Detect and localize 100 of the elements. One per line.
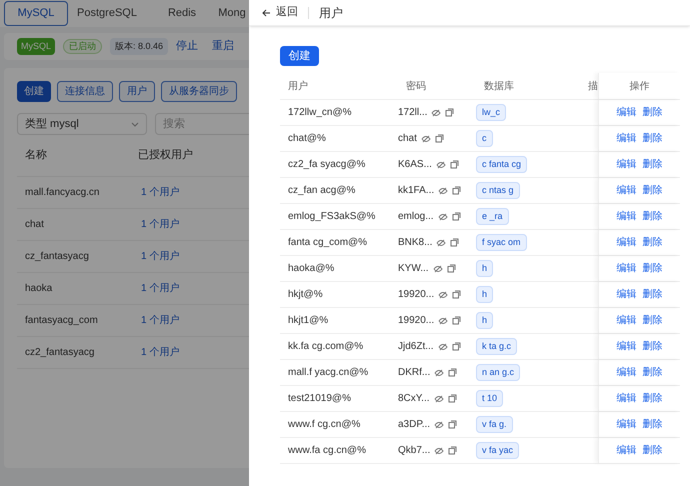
password-cell-text: 19920... [398, 314, 434, 328]
eye-slash-icon[interactable] [438, 290, 448, 298]
back-button[interactable]: 返回 [262, 4, 298, 21]
table-cell: hkjt1@% [288, 315, 328, 326]
database-tag: e _ra [476, 208, 509, 226]
copy-icon[interactable] [452, 342, 461, 351]
create-button[interactable]: 创建 [280, 46, 319, 66]
eye-slash-icon[interactable] [431, 108, 442, 116]
password-cell-text: 8CxY... [398, 392, 430, 406]
password-cell-text: 19920... [398, 288, 434, 302]
table-cell-text: cz_fantasyacg [25, 250, 90, 264]
drawer-title: 用户 [319, 4, 343, 22]
eye-slash-icon[interactable] [432, 264, 443, 272]
action-link[interactable]: 编辑 [616, 183, 636, 198]
toolbar-button[interactable]: 连接信息 [57, 81, 113, 102]
action-link[interactable]: 编辑 [616, 235, 636, 250]
action-link[interactable]: 编辑 [616, 365, 636, 380]
action-link[interactable]: 编辑 [616, 339, 636, 354]
action-link[interactable]: 编辑 [616, 157, 636, 172]
action-link[interactable]: 编辑 [616, 105, 636, 120]
eye-slash-icon[interactable] [436, 160, 446, 168]
copy-icon[interactable] [450, 238, 460, 247]
action-link[interactable]: 编辑 [616, 287, 636, 302]
action-link[interactable]: 删除 [642, 287, 662, 302]
database-tag: f syac om [476, 234, 527, 252]
action-link[interactable]: 删除 [642, 157, 662, 172]
action-link[interactable]: 编辑 [616, 261, 636, 276]
users-link[interactable]: 1 个用户 [141, 281, 180, 296]
action-link[interactable]: 删除 [642, 339, 662, 354]
action-link[interactable]: 删除 [642, 391, 662, 406]
tab[interactable]: Redis [162, 0, 202, 27]
copy-icon[interactable] [452, 290, 462, 299]
eye-slash-icon[interactable] [438, 212, 448, 220]
users-link[interactable]: 1 个用户 [141, 345, 180, 360]
toolbar-button[interactable]: 创建 [17, 81, 51, 102]
tab[interactable]: Mong [217, 0, 247, 27]
copy-icon[interactable] [452, 316, 462, 325]
database-tag: c [476, 130, 492, 148]
password-cell-text: chat [398, 132, 417, 146]
password-cell-text: K6AS... [398, 158, 432, 172]
eye-slash-icon[interactable] [434, 446, 444, 454]
copy-icon[interactable] [450, 160, 459, 169]
tab[interactable]: PostgreSQL [78, 0, 136, 27]
eye-slash-icon[interactable] [420, 134, 431, 142]
action-link[interactable]: 编辑 [616, 131, 636, 146]
action-link[interactable]: 删除 [642, 235, 662, 250]
copy-icon[interactable] [446, 264, 456, 273]
action-link[interactable]: 删除 [642, 365, 662, 380]
copy-icon[interactable] [448, 368, 458, 377]
eye-slash-icon[interactable] [438, 342, 448, 350]
table-cell-text: chat [25, 218, 45, 232]
type-select[interactable]: 类型 mysql [17, 113, 147, 135]
action-link[interactable]: 删除 [642, 261, 662, 276]
action-link[interactable]: 重启 [212, 38, 234, 55]
action-link[interactable]: 停止 [176, 38, 198, 55]
action-link[interactable]: 删除 [642, 105, 662, 120]
eye-slash-icon[interactable] [434, 368, 444, 376]
table-cell: 172llw_cn@% [288, 107, 352, 118]
password-cell-text: emlog... [398, 210, 434, 224]
action-link[interactable]: 编辑 [616, 209, 636, 224]
eye-slash-icon[interactable] [434, 420, 444, 428]
copy-icon[interactable] [448, 420, 458, 429]
copy-icon[interactable] [452, 212, 461, 221]
search-field[interactable]: 搜索 [155, 113, 249, 135]
eye-slash-icon[interactable] [438, 316, 448, 324]
copy-icon[interactable] [448, 394, 456, 403]
action-link[interactable]: 删除 [642, 131, 662, 146]
toolbar-button[interactable]: 从服务器同步 [161, 81, 237, 102]
action-link[interactable]: 编辑 [616, 391, 636, 406]
table-cell: kk.fa cg.com@% [288, 341, 364, 352]
copy-icon[interactable] [445, 108, 454, 117]
action-link[interactable]: 编辑 [616, 443, 636, 458]
action-link[interactable]: 删除 [642, 183, 662, 198]
database-tag: k ta g.c [476, 338, 518, 356]
action-link[interactable]: 编辑 [616, 417, 636, 432]
eye-slash-icon[interactable] [434, 394, 444, 402]
users-link[interactable]: 1 个用户 [141, 217, 180, 232]
users-link[interactable]: 1 个用户 [141, 313, 180, 328]
users-link[interactable]: 1 个用户 [141, 185, 180, 200]
database-tag: c fanta cg [476, 156, 528, 174]
copy-icon[interactable] [452, 186, 462, 195]
toolbar-button[interactable]: 用户 [119, 81, 155, 102]
copy-icon[interactable] [448, 446, 458, 455]
eye-slash-icon[interactable] [438, 186, 448, 194]
status-badge: 已启动 [63, 38, 102, 54]
action-link[interactable]: 删除 [642, 417, 662, 432]
password-cell-text: Qkb7... [398, 444, 430, 458]
tab[interactable]: MySQL [4, 1, 68, 26]
database-tag: n an g.c [476, 364, 520, 382]
copy-icon[interactable] [434, 134, 444, 143]
version-badge: 版本: 8.0.46 [110, 38, 168, 56]
action-link[interactable]: 删除 [642, 443, 662, 458]
action-link[interactable]: 编辑 [616, 313, 636, 328]
action-link[interactable]: 删除 [642, 313, 662, 328]
table-cell: fanta cg_com@% [288, 237, 368, 248]
eye-slash-icon[interactable] [436, 238, 446, 246]
database-tag: v fa g. [476, 416, 513, 434]
action-link[interactable]: 删除 [642, 209, 662, 224]
database-tag: v fa yac [476, 442, 520, 460]
users-link[interactable]: 1 个用户 [141, 249, 180, 264]
